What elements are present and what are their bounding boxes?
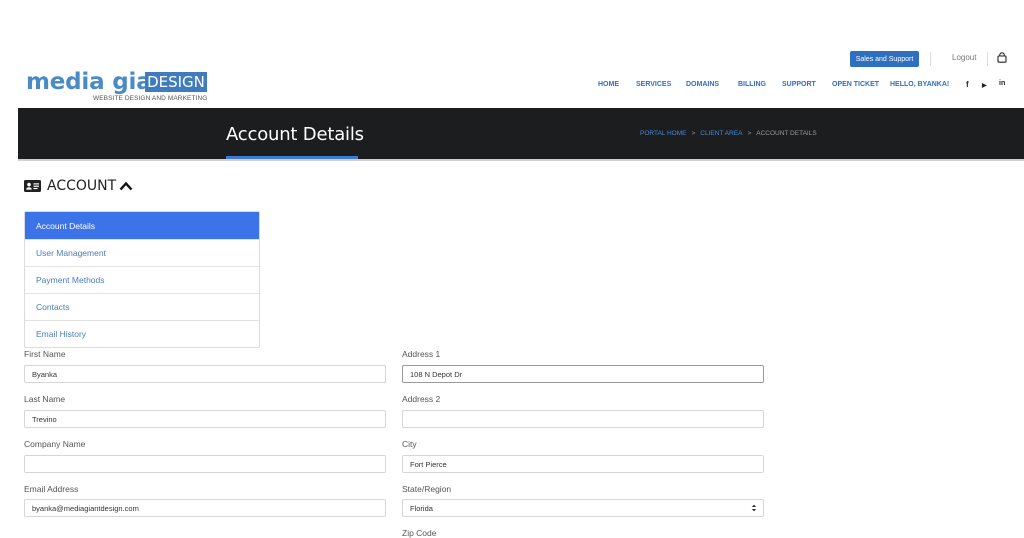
last-name-input[interactable] [24,410,386,428]
company-name-label: Company Name [24,439,86,449]
company-logo[interactable]: media giant DESIGN WEBSITE DESIGN AND MA… [26,70,211,106]
chevron-up-icon[interactable] [119,181,133,191]
menu-user-management[interactable]: User Management [25,239,259,266]
nav-home[interactable]: HOME [598,81,619,88]
email-address-input[interactable] [24,499,386,517]
breadcrumb-separator: > [691,130,696,137]
menu-account-details[interactable]: Account Details [25,212,259,239]
first-name-label: First Name [24,349,66,359]
breadcrumb: PORTAL HOME > CLIENT AREA > ACCOUNT DETA… [640,130,817,137]
state-region-select[interactable]: Florida [402,499,764,517]
first-name-input[interactable] [24,365,386,383]
header-divider [987,52,988,66]
logo-design-badge: DESIGN [145,72,207,92]
breadcrumb-portal-home[interactable]: PORTAL HOME [640,130,686,137]
cart-icon[interactable] [997,52,1007,63]
breadcrumb-current: ACCOUNT DETAILS [756,130,817,137]
sales-and-support-button[interactable]: Sales and Support [850,51,919,67]
menu-contacts[interactable]: Contacts [25,293,259,320]
address1-input[interactable] [402,365,764,383]
banner-bottom-border [18,159,1024,161]
nav-services[interactable]: SERVICES [636,81,671,88]
nav-domains[interactable]: DOMAINS [686,81,719,88]
youtube-icon[interactable]: ▶ [982,82,987,89]
menu-email-history[interactable]: Email History [25,320,259,347]
header-divider [930,52,931,66]
state-region-label: State/Region [402,484,452,494]
nav-billing[interactable]: BILLING [738,81,766,88]
nav-support[interactable]: SUPPORT [782,81,816,88]
facebook-icon[interactable]: f [966,80,969,89]
page-banner [18,108,1024,159]
nav-open-ticket[interactable]: OPEN TICKET [832,81,879,88]
select-arrows-icon [751,504,757,512]
last-name-label: Last Name [24,394,66,404]
breadcrumb-separator: > [747,130,752,137]
account-heading: ACCOUNT [47,178,117,194]
city-input[interactable] [402,455,764,473]
nav-user-menu[interactable]: HELLO, BYANKA! [890,81,949,88]
city-label: City [402,439,417,449]
address2-input[interactable] [402,410,764,428]
company-name-input[interactable] [24,455,386,473]
account-menu: Account Details User Management Payment … [24,211,260,348]
logo-tagline: WEBSITE DESIGN AND MARKETING [93,95,208,102]
email-address-label: Email Address [24,484,79,494]
logout-link[interactable]: Logout [952,53,976,62]
zip-code-label: Zip Code [402,528,437,538]
menu-payment-methods[interactable]: Payment Methods [25,266,259,293]
page-title: Account Details [226,124,364,145]
breadcrumb-client-area[interactable]: CLIENT AREA [700,130,742,137]
state-region-value: Florida [410,503,433,513]
address1-label: Address 1 [402,349,441,359]
linkedin-icon[interactable]: in [999,80,1005,87]
address2-label: Address 2 [402,394,441,404]
id-card-icon [24,180,41,192]
